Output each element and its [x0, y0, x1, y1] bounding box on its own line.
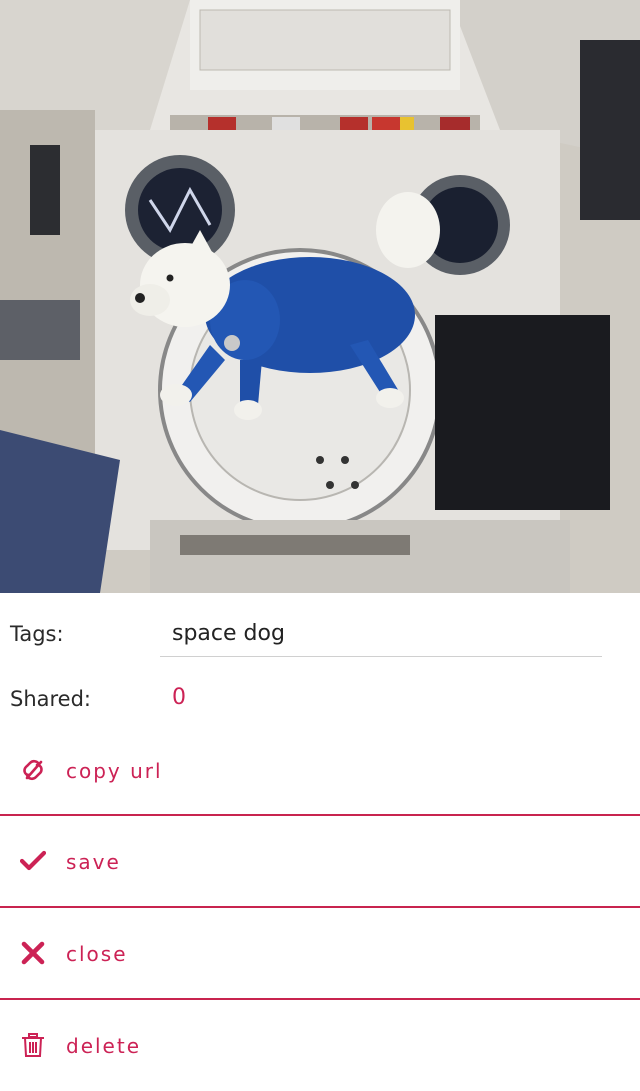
gif-preview-image [0, 0, 640, 593]
save-button[interactable]: save [0, 817, 640, 907]
checkmark-icon [20, 850, 46, 871]
copy-url-label: copy url [66, 759, 163, 783]
shared-count: 0 [172, 685, 186, 710]
copy-url-button[interactable]: copy url [0, 726, 640, 816]
tags-input[interactable] [160, 611, 602, 657]
shared-row: Shared: 0 [0, 681, 640, 717]
delete-button[interactable]: delete [0, 1001, 640, 1091]
divider [0, 814, 640, 816]
divider [0, 906, 640, 908]
save-label: save [66, 850, 121, 874]
space-station-dog-illustration [0, 0, 640, 593]
shared-label: Shared: [10, 687, 92, 711]
tags-label: Tags: [10, 622, 64, 646]
link-icon [23, 759, 43, 781]
delete-label: delete [66, 1034, 142, 1058]
close-label: close [66, 942, 128, 966]
divider [0, 998, 640, 1000]
close-button[interactable]: close [0, 909, 640, 999]
close-icon [21, 941, 45, 965]
tags-row: Tags: [0, 611, 640, 661]
gif-details-panel: Tags: Shared: 0 copy url save [0, 593, 640, 1090]
trash-icon [22, 1033, 44, 1057]
